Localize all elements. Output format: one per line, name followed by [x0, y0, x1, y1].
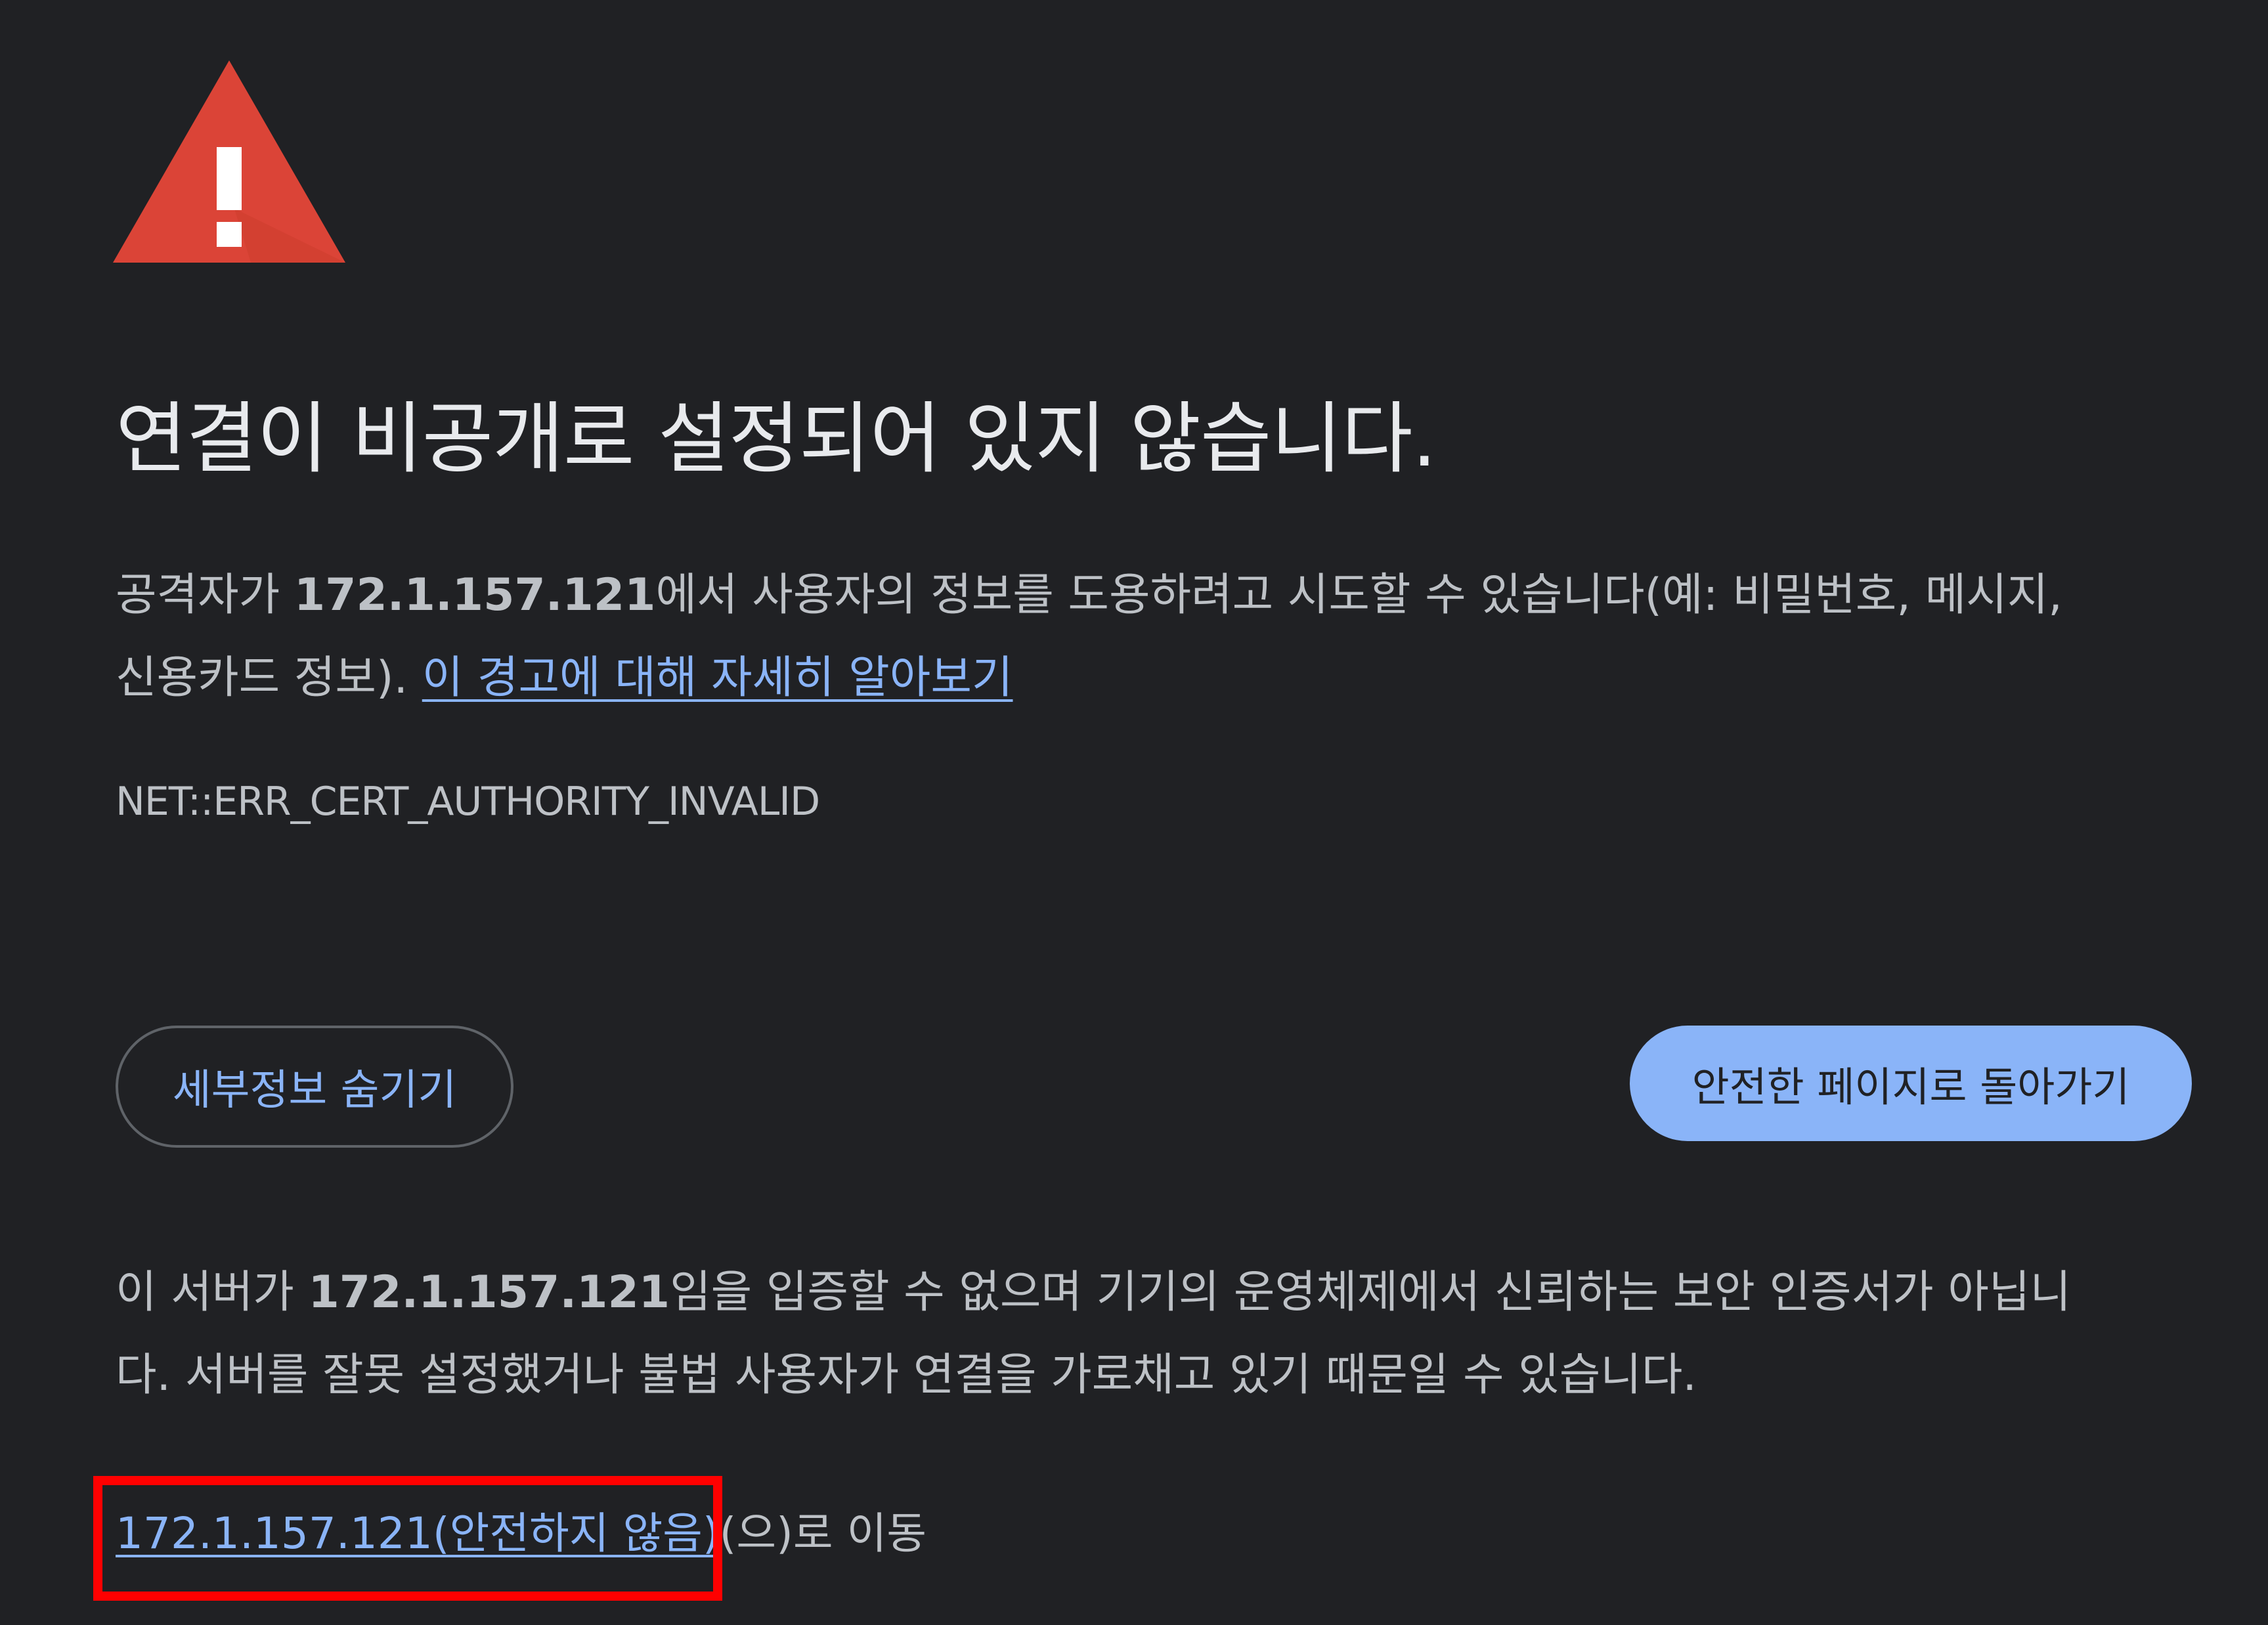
- description-host: 172.1.157.121: [294, 569, 656, 621]
- page-title: 연결이 비공개로 설정되어 있지 않습니다.: [116, 393, 1437, 484]
- learn-more-link[interactable]: 이 경고에 대해 자세히 알아보기: [422, 652, 1013, 704]
- hide-details-button[interactable]: 세부정보 숨기기: [116, 1026, 513, 1148]
- details-line-2: 다. 서버를 잘못 설정했거나 불법 사용자가 연결을 가로채고 있기 때문일 …: [116, 1349, 1697, 1401]
- back-to-safety-button[interactable]: 안전한 페이지로 돌아가기: [1630, 1026, 2192, 1141]
- proceed-suffix: (으)로 이동: [719, 1508, 927, 1559]
- description-line-2: 신용카드 정보). 이 경고에 대해 자세히 알아보기: [116, 637, 2217, 720]
- error-code: NET::ERR_CERT_AUTHORITY_INVALID: [116, 779, 820, 825]
- description-line-1: 공격자가 172.1.157.121에서 사용자의 정보를 도용하려고 시도할 …: [116, 554, 2217, 637]
- proceed-unsafe-link[interactable]: 172.1.157.121(안전하지 않음): [116, 1508, 720, 1559]
- interstitial-page: 연결이 비공개로 설정되어 있지 않습니다. 공격자가 172.1.157.12…: [0, 0, 2268, 1625]
- description-text: 에서 사용자의 정보를 도용하려고 시도할 수 있습니다(예: 비밀번호, 메시…: [655, 569, 2062, 621]
- details-host: 172.1.157.121: [308, 1267, 670, 1318]
- details-text-1: 임을 입증할 수 없으며 기기의 운영체제에서 신뢰하는 보안 인증서가 아닙니: [670, 1267, 2072, 1318]
- proceed-line: 172.1.157.121(안전하지 않음)(으)로 이동: [116, 1494, 927, 1573]
- details-prefix: 이 서버가: [116, 1267, 309, 1318]
- details-line-1: 이 서버가 172.1.157.121임을 입증할 수 없으며 기기의 운영체제…: [116, 1251, 2191, 1334]
- description-text-2: 신용카드 정보).: [116, 652, 422, 704]
- description-prefix: 공격자가: [116, 569, 294, 621]
- warning-description: 공격자가 172.1.157.121에서 사용자의 정보를 도용하려고 시도할 …: [116, 554, 2217, 720]
- warning-triangle-icon: [113, 60, 345, 263]
- details-text: 이 서버가 172.1.157.121임을 입증할 수 없으며 기기의 운영체제…: [116, 1251, 2191, 1417]
